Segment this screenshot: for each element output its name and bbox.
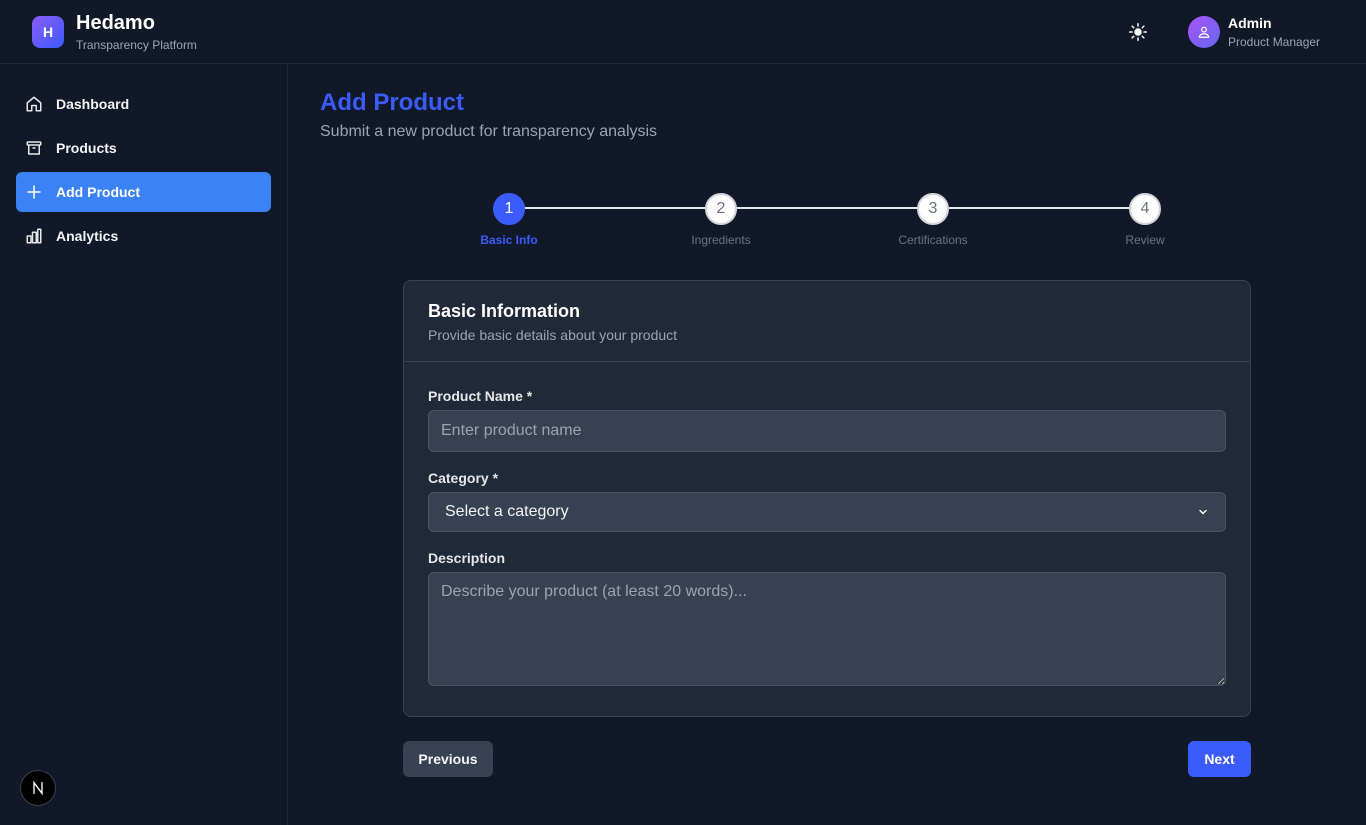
sidebar-item-label: Products [56, 140, 117, 156]
page-title: Add Product [320, 89, 464, 116]
product-name-input[interactable] [428, 410, 1226, 452]
basic-info-card: Basic Information Provide basic details … [403, 280, 1251, 717]
sidebar-item-products[interactable]: Products [16, 128, 271, 168]
dev-tools-badge[interactable] [20, 770, 56, 806]
step-2-label: Ingredients [691, 233, 751, 247]
sidebar-item-label: Analytics [56, 228, 119, 244]
brand-name: Hedamo [76, 12, 155, 34]
product-name-label: Product Name * [428, 388, 533, 404]
step-3-label: Certifications [898, 233, 968, 247]
description-textarea[interactable] [428, 572, 1226, 686]
user-role: Product Manager [1228, 35, 1321, 49]
step-1-label: Basic Info [480, 233, 538, 247]
card-description: Provide basic details about your product [428, 327, 678, 343]
step-3-indicator[interactable]: 3 [917, 193, 949, 225]
next-button[interactable]: Next [1188, 741, 1251, 777]
sidebar-item-dashboard[interactable]: Dashboard [16, 84, 271, 124]
user-icon [1198, 26, 1210, 38]
logo-letter: H [42, 24, 54, 40]
sidebar-item-add-product[interactable]: Add Product [16, 172, 271, 212]
sidebar-item-analytics[interactable]: Analytics [16, 216, 271, 256]
brand-subtitle: Transparency Platform [76, 38, 197, 52]
avatar[interactable] [1188, 16, 1220, 48]
card-title: Basic Information [428, 301, 581, 321]
step-4-indicator[interactable]: 4 [1129, 193, 1161, 225]
archive-icon [24, 138, 44, 158]
previous-button[interactable]: Previous [403, 741, 493, 777]
home-icon [24, 94, 44, 114]
user-name: Admin [1228, 15, 1272, 31]
n-logo-icon [33, 780, 43, 796]
theme-toggle-button[interactable] [1124, 18, 1152, 46]
bar-chart-icon [24, 226, 44, 246]
step-2-indicator[interactable]: 2 [705, 193, 737, 225]
chevron-down-icon [1199, 509, 1207, 515]
plus-icon [24, 182, 44, 202]
logo-icon: H [32, 16, 64, 48]
category-label: Category * [428, 470, 499, 486]
category-select[interactable]: Select a category [428, 492, 1226, 532]
category-selected-value: Select a category [445, 503, 569, 520]
step-4-label: Review [1125, 233, 1165, 247]
top-header: H Hedamo Transparency Platform Admin Pro… [0, 0, 1366, 64]
sidebar: Dashboard Products Add Product Analytics [0, 64, 288, 825]
step-1-indicator[interactable]: 1 [493, 193, 525, 225]
sidebar-item-label: Dashboard [56, 96, 130, 112]
card-header: Basic Information Provide basic details … [404, 281, 1250, 362]
sun-icon [1129, 23, 1147, 41]
step-connector [509, 207, 721, 209]
step-connector [721, 207, 933, 209]
description-label: Description [428, 550, 506, 566]
page-subtitle: Submit a new product for transparency an… [320, 123, 658, 140]
step-connector [933, 207, 1145, 209]
sidebar-item-label: Add Product [56, 184, 140, 200]
